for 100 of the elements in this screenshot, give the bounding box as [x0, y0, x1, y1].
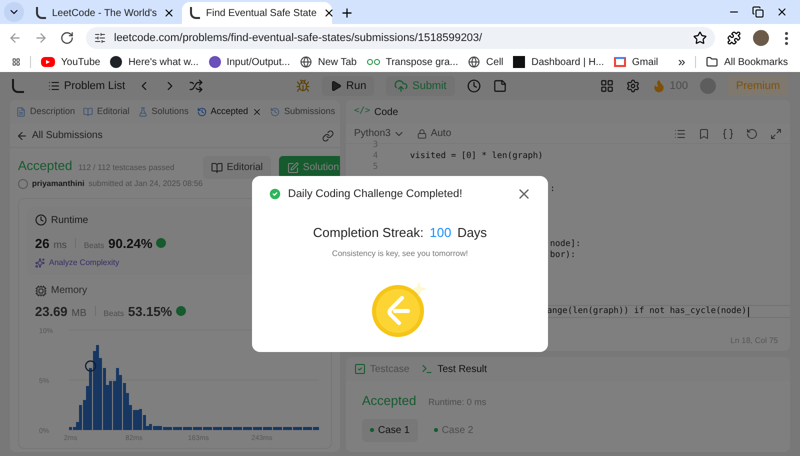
url-text: leetcode.com/problems/find-eventual-safe-states/submissions/1518599203/ [114, 30, 482, 46]
restore-icon[interactable] [752, 6, 764, 18]
address-field[interactable]: leetcode.com/problems/find-eventual-safe-states/submissions/1518599203/ [86, 27, 715, 49]
more-bookmarks-button[interactable]: » [678, 52, 686, 72]
bookmark-item[interactable]: Here's what w... [110, 54, 199, 70]
back-icon[interactable] [8, 31, 22, 45]
trophy-icon [156, 238, 166, 248]
site-settings-icon[interactable] [94, 32, 106, 44]
leetcode-logo [36, 7, 46, 19]
circle-badge-icon [208, 56, 221, 68]
memory-unit: MB [72, 307, 87, 321]
close-icon[interactable] [162, 7, 175, 19]
note-icon[interactable] [492, 79, 507, 93]
close-icon [252, 107, 262, 117]
code-line: node]: [550, 239, 581, 249]
lock-icon [416, 128, 427, 138]
panel-tab[interactable]: Test Result [421, 362, 487, 376]
browser-tab[interactable]: Find Eventual Safe State [182, 2, 332, 24]
bookmark-item[interactable]: YouTube [41, 54, 100, 70]
tab-title: LeetCode - The World's [52, 6, 157, 20]
book-icon [210, 162, 223, 174]
status-text: Accepted [18, 157, 72, 175]
tab-icon [421, 363, 434, 375]
close-icon[interactable] [322, 7, 335, 19]
apps-icon[interactable] [12, 56, 20, 68]
runtime-percent: 90.24% [108, 234, 152, 252]
panel-tab[interactable]: Description [16, 105, 76, 119]
runtime-value: 26 [35, 234, 50, 252]
problem-list-button[interactable]: Problem List [48, 78, 126, 94]
panel-tab[interactable]: Editorial [83, 105, 130, 119]
bookmark-item[interactable]: Dashboard | H... [513, 54, 604, 70]
back-arrow-icon [16, 130, 28, 142]
username[interactable]: priyamanthini [32, 178, 84, 190]
expand-icon[interactable] [770, 128, 782, 140]
extensions-icon[interactable] [727, 31, 741, 45]
language-selector[interactable]: Python3 [354, 126, 405, 141]
bookmark-star-icon[interactable] [693, 31, 707, 45]
tab-icon [354, 363, 366, 375]
leetcode-logo[interactable] [12, 79, 24, 93]
chip-icon [35, 284, 47, 296]
shuffle-icon[interactable] [189, 79, 204, 93]
all-submissions-link[interactable]: All Submissions [16, 128, 103, 143]
bookmark-item[interactable]: Gmail [614, 54, 658, 70]
run-button[interactable]: Run [322, 76, 374, 96]
browser-tab[interactable]: LeetCode - The World's [28, 2, 178, 24]
check-circle-icon [268, 187, 282, 202]
cloud-upload-icon [394, 79, 408, 93]
streak-unit: Days [457, 224, 487, 242]
tab-icon [196, 107, 207, 117]
tab-icon [270, 107, 280, 117]
bookmark-item[interactable]: New Tab [300, 54, 357, 70]
globe-icon [468, 56, 480, 68]
profile-avatar[interactable] [753, 30, 769, 46]
editorial-button[interactable]: Editorial [202, 156, 271, 179]
memory-title: Memory [51, 284, 88, 298]
new-tab-icon[interactable] [340, 6, 354, 20]
globe-icon [300, 56, 312, 68]
panel-tab[interactable]: Solutions [138, 105, 189, 119]
tab-title: Find Eventual Safe State [206, 6, 317, 20]
auto-mode[interactable]: Auto [416, 126, 452, 141]
panel-tab[interactable]: Accepted [196, 105, 262, 119]
link-icon[interactable] [322, 130, 334, 142]
bookmark-item[interactable]: Transpose gra... [366, 54, 458, 70]
sparkle-icon [35, 258, 45, 268]
reload-icon[interactable] [60, 31, 74, 45]
case-tab[interactable]: Case 1 [362, 418, 418, 442]
user-avatar [18, 178, 28, 188]
dialog-message: Consistency is key, see you tomorrow! [332, 248, 468, 260]
edit-icon [286, 162, 299, 174]
settings-icon[interactable] [626, 79, 640, 93]
code-icon: </> [354, 105, 370, 119]
code-line: visited = [0] * len(graph) [409, 151, 544, 162]
bookmark-item[interactable]: Cell [468, 54, 504, 70]
dialog-title: Daily Coding Challenge Completed! [288, 187, 464, 202]
clock-icon [35, 214, 47, 226]
close-icon[interactable] [776, 6, 788, 18]
tab-search-button[interactable] [4, 2, 24, 22]
code-line: : [550, 184, 556, 194]
play-icon [330, 80, 342, 92]
reset-icon[interactable] [746, 128, 758, 140]
flame-icon [652, 79, 666, 93]
position-marker [84, 360, 96, 372]
runtime-title: Runtime [51, 214, 88, 228]
panel-tab[interactable]: Submissions [270, 105, 336, 119]
play-icon [41, 57, 56, 67]
text-cursor [748, 306, 749, 316]
tab-icon [83, 107, 94, 117]
analyze-complexity-link[interactable]: Analyze Complexity [35, 257, 315, 269]
bookmark-item[interactable]: Input/Output... [208, 54, 290, 70]
bookmark-icon[interactable] [698, 128, 710, 140]
result-status: Accepted [362, 392, 416, 410]
folder-icon [706, 56, 718, 68]
memory-value: 23.69 [35, 303, 68, 321]
all-bookmarks-button[interactable]: All Bookmarks [706, 54, 788, 70]
memory-percent: 53.15% [128, 303, 172, 321]
timer-icon[interactable] [466, 79, 481, 93]
braces-icon[interactable] [722, 128, 734, 140]
forward-icon[interactable] [34, 31, 48, 45]
layout-icon[interactable] [600, 79, 614, 93]
code-title: Code [374, 106, 398, 120]
